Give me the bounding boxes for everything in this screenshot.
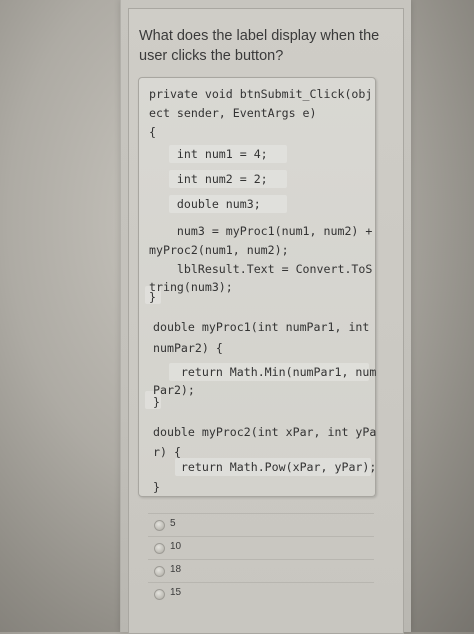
answer-label: 15 (170, 587, 182, 598)
code-block: private void btnSubmit_Click(obj ect sen… (138, 77, 376, 497)
answer-option-15[interactable]: 15 (148, 582, 374, 604)
code-line: r) { (153, 445, 181, 459)
code-line: numPar2) { (153, 341, 223, 355)
code-line: num3 = myProc1(num1, num2) + (149, 224, 373, 238)
answer-option-18[interactable]: 18 (148, 559, 374, 581)
code-line: int num1 = 4; (149, 147, 268, 161)
code-line: int num2 = 2; (149, 172, 268, 186)
code-line: } (153, 395, 160, 409)
answer-label: 10 (170, 541, 182, 552)
code-line: { (149, 125, 156, 139)
radio-button[interactable] (154, 566, 165, 577)
question-text: What does the label display when the use… (139, 28, 380, 64)
answer-label: 18 (170, 564, 182, 575)
answer-option-10[interactable]: 10 (148, 536, 374, 558)
code-line: ect sender, EventArgs e) (149, 106, 317, 120)
code-line: myProc2(num1, num2); (149, 243, 289, 257)
code-line: return Math.Min(numPar1, num (153, 365, 377, 379)
code-line: } (149, 290, 156, 304)
radio-button[interactable] (154, 543, 165, 554)
code-line: double num3; (149, 197, 261, 211)
code-line: double myProc1(int numPar1, int (153, 320, 370, 334)
radio-button[interactable] (154, 589, 165, 600)
radio-button[interactable] (154, 520, 165, 531)
code-line: tring(num3); (149, 280, 233, 294)
answer-label: 5 (170, 518, 176, 529)
code-line: private void btnSubmit_Click(obj (149, 87, 373, 101)
answer-option-5[interactable]: 5 (148, 513, 374, 535)
code-line: lblResult.Text = Convert.ToS (149, 262, 373, 276)
code-line: return Math.Pow(xPar, yPar); (153, 460, 377, 474)
code-line: double myProc2(int xPar, int yPa (153, 425, 377, 439)
code-line: } (153, 480, 160, 494)
